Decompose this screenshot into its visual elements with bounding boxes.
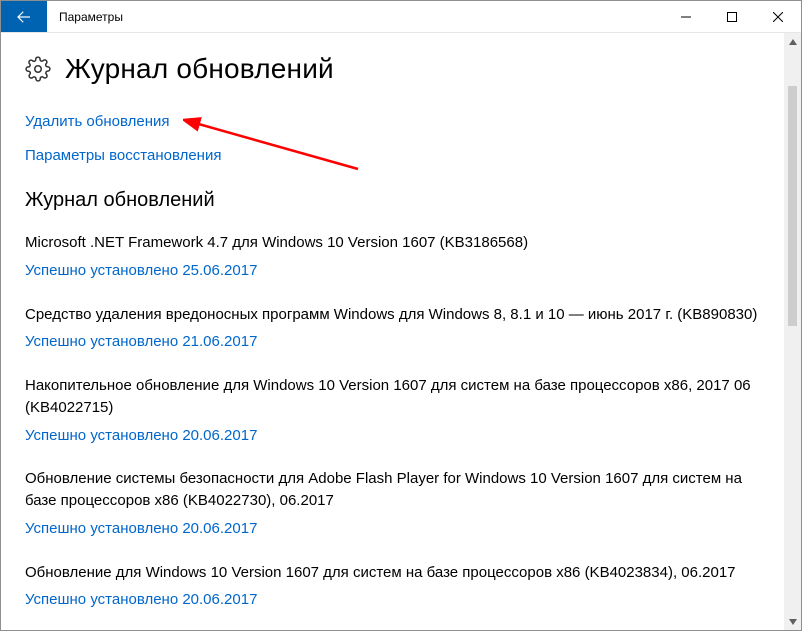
- update-status-link[interactable]: Успешно установлено 20.06.2017: [25, 518, 257, 540]
- scroll-thumb[interactable]: [788, 86, 797, 326]
- update-item: Средство удаления вредоносных программ W…: [25, 304, 760, 354]
- content-area: Журнал обновлений Удалить обновления Пар…: [1, 33, 801, 630]
- scroll-down-button[interactable]: [784, 613, 801, 630]
- uninstall-updates-link[interactable]: Удалить обновления: [25, 113, 170, 130]
- update-status-link[interactable]: Успешно установлено 20.06.2017: [25, 589, 257, 611]
- update-status-link[interactable]: Успешно установлено 25.06.2017: [25, 260, 257, 282]
- window-title: Параметры: [47, 1, 663, 32]
- chevron-up-icon: [789, 39, 797, 45]
- close-button[interactable]: [755, 1, 801, 32]
- maximize-button[interactable]: [709, 1, 755, 32]
- vertical-scrollbar[interactable]: [784, 33, 801, 630]
- page-title: Журнал обновлений: [65, 53, 334, 85]
- maximize-icon: [727, 12, 737, 22]
- settings-window: Параметры Журнал обновлений Уд: [0, 0, 802, 631]
- update-title: Накопительное обновление для Windows 10 …: [25, 375, 760, 419]
- minimize-button[interactable]: [663, 1, 709, 32]
- recovery-options-row: Параметры восстановления: [25, 147, 760, 165]
- titlebar: Параметры: [1, 1, 801, 33]
- annotation-arrow-icon: [183, 109, 373, 179]
- scroll-track-spacer: [784, 326, 801, 613]
- gear-icon: [25, 56, 51, 82]
- update-title: Обновление для Windows 10 Version 1607 д…: [25, 562, 760, 584]
- content: Журнал обновлений Удалить обновления Пар…: [1, 33, 784, 630]
- update-title: Средство удаления вредоносных программ W…: [25, 304, 760, 326]
- update-item: Обновление системы безопасности для Adob…: [25, 468, 760, 539]
- section-heading: Журнал обновлений: [25, 189, 760, 212]
- back-button[interactable]: [1, 1, 47, 32]
- update-title: Обновление системы безопасности для Adob…: [25, 468, 760, 512]
- update-item: Накопительное обновление для Windows 10 …: [25, 375, 760, 446]
- update-item: Обновление для Windows 10 Version 1607 д…: [25, 562, 760, 612]
- recovery-options-link[interactable]: Параметры восстановления: [25, 147, 221, 164]
- uninstall-updates-row: Удалить обновления: [25, 113, 760, 131]
- close-icon: [773, 12, 783, 22]
- chevron-down-icon: [789, 619, 797, 625]
- minimize-icon: [681, 12, 691, 22]
- back-arrow-icon: [15, 8, 33, 26]
- update-status-link[interactable]: Успешно установлено 20.06.2017: [25, 425, 257, 447]
- scroll-up-button[interactable]: [784, 33, 801, 50]
- window-controls: [663, 1, 801, 32]
- update-status-link[interactable]: Успешно установлено 21.06.2017: [25, 331, 257, 353]
- page-heading-row: Журнал обновлений: [25, 53, 760, 85]
- update-title: Microsoft .NET Framework 4.7 для Windows…: [25, 232, 760, 254]
- update-item: Microsoft .NET Framework 4.7 для Windows…: [25, 232, 760, 282]
